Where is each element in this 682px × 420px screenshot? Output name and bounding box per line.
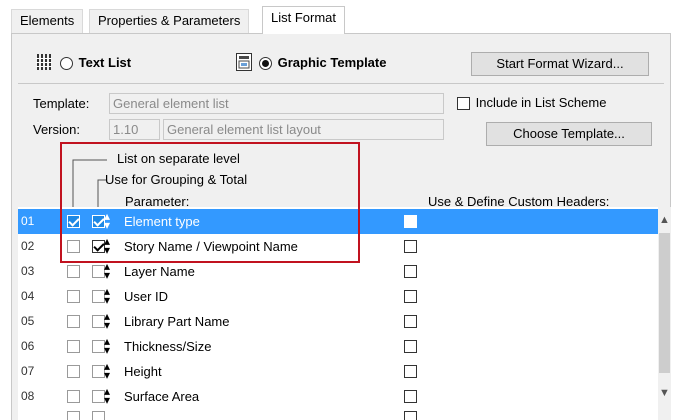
text-list-icon (36, 53, 52, 71)
tab-bar: Elements Properties & Parameters List Fo… (11, 0, 671, 34)
list-row[interactable]: 07 ▴ ▾ Height (18, 359, 658, 384)
start-format-wizard-button[interactable]: Start Format Wizard... (471, 52, 649, 76)
list-row[interactable]: 05 ▴ ▾ Library Part Name (18, 309, 658, 334)
include-in-list-scheme-option[interactable]: Include in List Scheme (457, 95, 607, 111)
parameter-name: Library Part Name (124, 314, 230, 329)
text-list-radio[interactable] (60, 57, 73, 71)
separate-level-checkbox[interactable] (67, 340, 80, 353)
list-row[interactable]: 04 ▴ ▾ User ID (18, 284, 658, 309)
version-number-field: 1.10 (109, 119, 160, 140)
scroll-thumb[interactable] (659, 233, 670, 373)
row-number: 01 (21, 214, 35, 228)
include-in-list-scheme-checkbox[interactable] (457, 97, 470, 111)
sort-order-icon[interactable]: ▴ ▾ (104, 360, 110, 381)
separate-level-checkbox[interactable] (67, 411, 80, 420)
custom-header-checkbox[interactable] (404, 390, 417, 403)
tab-elements[interactable]: Elements (11, 9, 84, 33)
text-list-option[interactable]: Text List (60, 55, 132, 71)
row-number: 02 (21, 239, 35, 253)
text-list-label: Text List (78, 55, 132, 70)
separate-level-checkbox[interactable] (67, 365, 80, 378)
template-field: General element list (109, 93, 444, 114)
tab-list-format[interactable]: List Format (262, 6, 346, 34)
highlight-box (60, 142, 360, 263)
custom-header-checkbox[interactable] (404, 290, 417, 303)
list-row[interactable]: 08 ▴ ▾ Surface Area (18, 384, 658, 409)
parameter-name: Surface Area (124, 389, 200, 404)
separate-level-checkbox[interactable] (67, 390, 80, 403)
custom-header-checkbox[interactable] (404, 340, 417, 353)
list-scrollbar[interactable]: ▲ ▼ (658, 207, 671, 420)
row-number: 05 (21, 314, 35, 328)
tab-properties-parameters[interactable]: Properties & Parameters (89, 9, 250, 33)
version-description-field: General element list layout (163, 119, 444, 140)
custom-header-checkbox[interactable] (404, 240, 417, 253)
scroll-up-icon[interactable]: ▲ (658, 214, 671, 226)
graphic-template-icon (236, 53, 252, 71)
choose-template-button[interactable]: Choose Template... (486, 122, 652, 146)
sort-order-icon[interactable]: ▴ ▾ (104, 310, 110, 331)
scroll-down-icon[interactable]: ▼ (658, 387, 671, 399)
sort-order-icon[interactable]: ▴ ▾ (104, 335, 110, 356)
list-row[interactable]: 06 ▴ ▾ Thickness/Size (18, 334, 658, 359)
parameter-name: Layer Name (124, 264, 195, 279)
divider (18, 83, 664, 84)
parameter-name: Thickness/Size (124, 339, 212, 354)
include-in-list-scheme-label: Include in List Scheme (475, 95, 607, 110)
row-number: 07 (21, 364, 35, 378)
row-number: 03 (21, 264, 35, 278)
row-number: 06 (21, 339, 35, 353)
custom-header-checkbox[interactable] (404, 265, 417, 278)
custom-header-checkbox[interactable] (404, 365, 417, 378)
sort-order-icon[interactable]: ▴ ▾ (104, 260, 110, 281)
separate-level-checkbox[interactable] (67, 315, 80, 328)
sort-order-icon[interactable]: ▴ ▾ (104, 385, 110, 406)
grouping-checkbox[interactable] (92, 411, 105, 420)
custom-header-checkbox[interactable] (404, 411, 417, 420)
separate-level-checkbox[interactable] (67, 265, 80, 278)
parameter-name: Height (124, 364, 162, 379)
graphic-template-option[interactable]: Graphic Template (259, 55, 387, 71)
graphic-template-radio[interactable] (259, 57, 272, 71)
graphic-template-label: Graphic Template (277, 55, 387, 70)
template-label: Template: (33, 96, 90, 111)
custom-header-checkbox[interactable] (404, 315, 417, 328)
sort-order-icon[interactable]: ▴ ▾ (104, 285, 110, 306)
row-number: 04 (21, 289, 35, 303)
separate-level-checkbox[interactable] (67, 290, 80, 303)
custom-header-checkbox[interactable] (404, 215, 417, 228)
version-label: Version: (33, 122, 80, 137)
parameter-name: User ID (124, 289, 169, 304)
row-number: 08 (21, 389, 35, 403)
